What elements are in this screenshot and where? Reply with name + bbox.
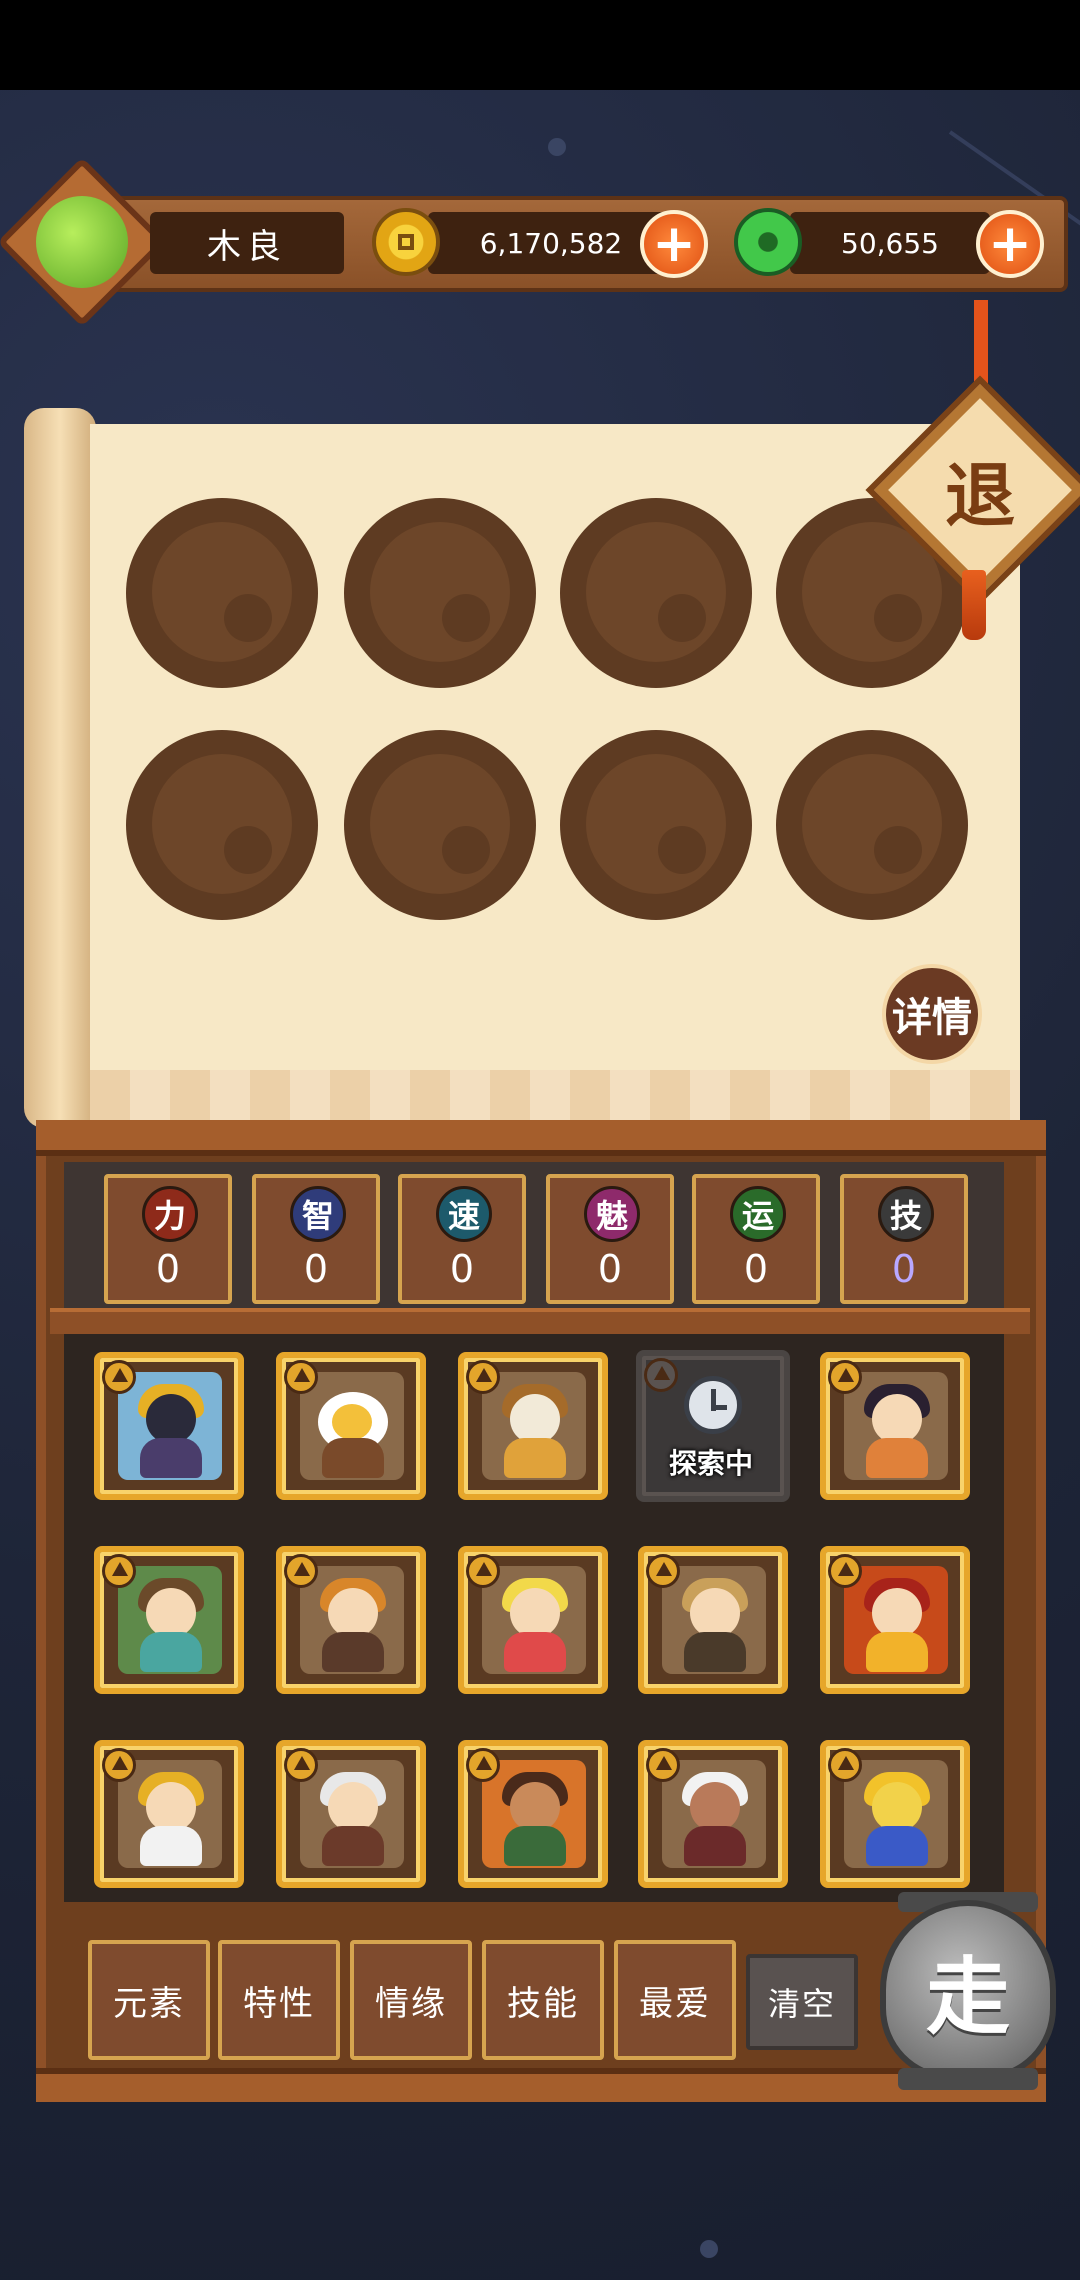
filter-trait-button[interactable]: 特性 [218,1940,340,2060]
hero-portrait [482,1760,586,1868]
rank-badge-icon [466,1554,500,1588]
rank-badge-icon [102,1748,136,1782]
stat-value: 0 [155,1247,181,1291]
exploring-label: 探索中 [668,1447,753,1480]
hero-portrait [482,1566,586,1674]
hero-card[interactable] [94,1546,244,1694]
rank-badge-icon [284,1748,318,1782]
hero-portrait [844,1372,948,1480]
stat-luck[interactable]: 运 0 [692,1174,820,1304]
jade-icon [734,208,802,276]
stat-skill[interactable]: 技 0 [840,1174,968,1304]
hero-portrait [844,1760,948,1868]
hero-card[interactable] [638,1740,788,1888]
player-name: 木良 [150,212,344,274]
hero-portrait [300,1372,404,1480]
stat-value: 0 [449,1247,475,1291]
rank-badge-icon [466,1748,500,1782]
stat-speed[interactable]: 速 0 [398,1174,526,1304]
team-slot[interactable] [126,730,318,920]
hero-card[interactable] [276,1352,426,1500]
hero-card[interactable] [638,1546,788,1694]
hero-portrait [482,1372,586,1480]
hero-card[interactable] [94,1352,244,1500]
shelf-divider [50,1308,1030,1334]
team-slot[interactable] [344,730,536,920]
hero-card[interactable] [458,1352,608,1500]
rank-badge-icon [102,1360,136,1394]
scroll-roll [24,408,96,1128]
stat-value: 0 [743,1247,769,1291]
gold-amount: 6,170,582 [428,212,674,274]
hero-card[interactable] [276,1546,426,1694]
luck-icon: 运 [730,1186,786,1242]
hero-portrait [118,1566,222,1674]
intelligence-icon: 智 [290,1186,346,1242]
rank-badge-icon [284,1360,318,1394]
lantern-bottom [898,2068,1038,2090]
hero-card[interactable] [820,1740,970,1888]
stat-charm[interactable]: 魅 0 [546,1174,674,1304]
speed-icon: 速 [436,1186,492,1242]
cabinet-bottom [36,2068,1046,2102]
rank-badge-icon [828,1360,862,1394]
filter-element-button[interactable]: 元素 [88,1940,210,2060]
clear-button[interactable]: 清空 [746,1954,858,2050]
filter-skill-button[interactable]: 技能 [482,1940,604,2060]
jade-amount: 50,655 [790,212,990,274]
go-button[interactable]: 走 [880,1900,1056,2080]
stat-intelligence[interactable]: 智 0 [252,1174,380,1304]
hero-card[interactable] [276,1740,426,1888]
skill-icon: 技 [878,1186,934,1242]
clock-icon [684,1376,742,1434]
rank-badge-icon [102,1554,136,1588]
hero-card[interactable] [820,1546,970,1694]
rank-badge-icon [646,1554,680,1588]
avatar[interactable] [36,196,128,288]
rank-badge-icon [646,1748,680,1782]
strength-icon: 力 [142,1186,198,1242]
hero-portrait [300,1566,404,1674]
team-slot[interactable] [344,498,536,688]
hero-portrait [844,1566,948,1674]
hero-portrait [300,1760,404,1868]
hero-card[interactable] [94,1740,244,1888]
team-slot[interactable] [126,498,318,688]
team-slot[interactable] [560,498,752,688]
status-bar [0,0,1080,90]
hero-portrait [662,1566,766,1674]
stat-value: 0 [891,1247,917,1291]
hero-portrait [118,1760,222,1868]
hero-card-exploring[interactable]: 探索中 [636,1350,790,1502]
rank-badge-icon [466,1360,500,1394]
parchment-pattern [90,1070,1020,1124]
stat-value: 0 [597,1247,623,1291]
coin-icon [372,208,440,276]
hero-card[interactable] [820,1352,970,1500]
hero-portrait [662,1760,766,1868]
hero-portrait [118,1372,222,1480]
charm-icon: 魅 [584,1186,640,1242]
add-jade-button[interactable]: + [976,210,1044,278]
stat-strength[interactable]: 力 0 [104,1174,232,1304]
cabinet-top [36,1120,1046,1156]
stat-value: 0 [303,1247,329,1291]
filter-bond-button[interactable]: 情缘 [350,1940,472,2060]
team-slot[interactable] [776,730,968,920]
team-slot[interactable] [560,730,752,920]
hero-card[interactable] [458,1740,608,1888]
detail-button[interactable]: 详情 [882,964,982,1064]
back-button[interactable]: 退 [905,440,1055,540]
rank-badge-icon [828,1554,862,1588]
add-gold-button[interactable]: + [640,210,708,278]
rank-badge-icon [284,1554,318,1588]
rank-badge-icon [644,1358,678,1392]
rank-badge-icon [828,1748,862,1782]
hero-card[interactable] [458,1546,608,1694]
tassel [962,570,986,640]
filter-favorite-button[interactable]: 最爱 [614,1940,736,2060]
